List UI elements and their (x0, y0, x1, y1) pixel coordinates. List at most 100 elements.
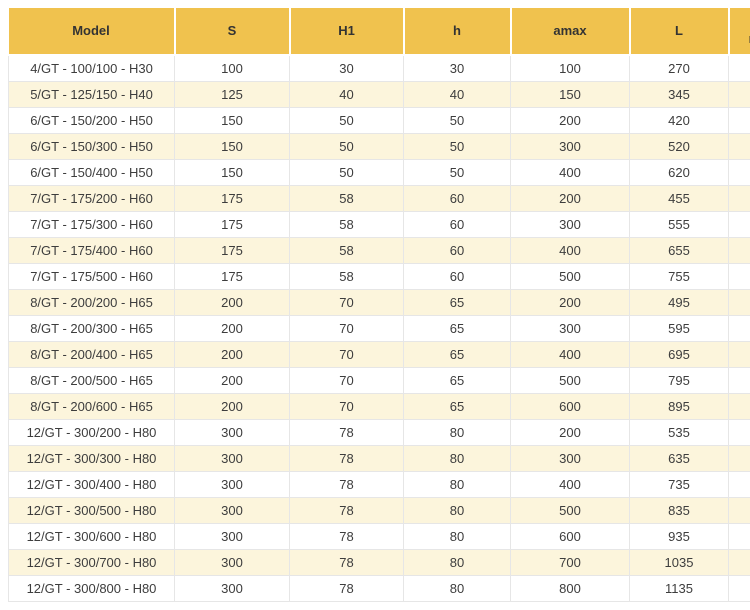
table-cell-model: 6/GT - 150/200 - H50 (9, 108, 175, 134)
table-cell-s: 175 (175, 212, 290, 238)
table-cell-max-sila-mocowania: 5000 Kg (729, 108, 750, 134)
table-cell-h: 40 (404, 82, 511, 108)
table-cell-max-sila-mocowania: 12000 Kg (729, 498, 750, 524)
table-cell-s: 300 (175, 498, 290, 524)
table-row: 12/GT - 300/700 - H803007880700103512000… (9, 550, 750, 576)
table-cell-model: 8/GT - 200/200 - H65 (9, 290, 175, 316)
table-cell-h: 60 (404, 186, 511, 212)
table-cell-model: 7/GT - 175/200 - H60 (9, 186, 175, 212)
table-cell-h1: 30 (290, 55, 404, 82)
table-row: 12/GT - 300/200 - H80300788020053512000 … (9, 420, 750, 446)
table-cell-h: 60 (404, 264, 511, 290)
table-cell-s: 150 (175, 108, 290, 134)
table-cell-h1: 78 (290, 498, 404, 524)
table-cell-l: 620 (630, 160, 729, 186)
table-cell-amax: 400 (511, 160, 630, 186)
table-cell-model: 8/GT - 200/500 - H65 (9, 368, 175, 394)
table-cell-l: 520 (630, 134, 729, 160)
table-body: 4/GT - 100/100 - H3010030301002703000 Kg… (9, 55, 750, 602)
table-cell-l: 535 (630, 420, 729, 446)
table-cell-h1: 78 (290, 524, 404, 550)
table-cell-amax: 150 (511, 82, 630, 108)
table-cell-model: 8/GT - 200/300 - H65 (9, 316, 175, 342)
table-cell-h: 60 (404, 212, 511, 238)
table-cell-s: 300 (175, 472, 290, 498)
header-cell-amax: amax (511, 8, 630, 55)
table-cell-h1: 70 (290, 290, 404, 316)
table-cell-s: 200 (175, 342, 290, 368)
table-cell-s: 150 (175, 134, 290, 160)
table-cell-model: 12/GT - 300/500 - H80 (9, 498, 175, 524)
table-cell-h1: 70 (290, 342, 404, 368)
table-cell-max-sila-mocowania: 6000 Kg (729, 186, 750, 212)
table-cell-s: 300 (175, 446, 290, 472)
table-cell-s: 125 (175, 82, 290, 108)
table-header-row: ModelSH1hamaxLmax. siła mocowania (9, 8, 750, 55)
spec-table: ModelSH1hamaxLmax. siła mocowania 4/GT -… (8, 8, 750, 602)
table-cell-amax: 500 (511, 368, 630, 394)
table-row: 8/GT - 200/400 - H65200706540069510000 K… (9, 342, 750, 368)
table-row: 6/GT - 150/400 - H5015050504006205500 Kg (9, 160, 750, 186)
table-cell-amax: 400 (511, 472, 630, 498)
table-cell-amax: 300 (511, 212, 630, 238)
table-row: 7/GT - 175/200 - H6017558602004556000 Kg (9, 186, 750, 212)
table-cell-max-sila-mocowania: 6000 Kg (729, 238, 750, 264)
table-cell-max-sila-mocowania: 12000 Kg (729, 524, 750, 550)
table-cell-h: 50 (404, 134, 511, 160)
table-cell-h1: 70 (290, 394, 404, 420)
table-cell-amax: 200 (511, 108, 630, 134)
table-cell-h: 30 (404, 55, 511, 82)
table-cell-l: 345 (630, 82, 729, 108)
table-cell-h1: 78 (290, 550, 404, 576)
table-cell-l: 835 (630, 498, 729, 524)
table-cell-l: 1035 (630, 550, 729, 576)
table-row: 8/GT - 200/200 - H65200706520049510000 K… (9, 290, 750, 316)
table-row: 6/GT - 150/300 - H5015050503005205000 Kg (9, 134, 750, 160)
table-cell-amax: 700 (511, 550, 630, 576)
table-cell-amax: 300 (511, 316, 630, 342)
table-row: 7/GT - 175/500 - H6017558605007556000 Kg (9, 264, 750, 290)
table-cell-h1: 50 (290, 160, 404, 186)
table-cell-s: 200 (175, 394, 290, 420)
table-cell-h: 80 (404, 576, 511, 602)
table-cell-model: 12/GT - 300/200 - H80 (9, 420, 175, 446)
table-cell-amax: 500 (511, 264, 630, 290)
table-cell-h: 50 (404, 108, 511, 134)
table-cell-s: 200 (175, 316, 290, 342)
table-row: 12/GT - 300/300 - H80300788030063512000 … (9, 446, 750, 472)
table-cell-l: 1135 (630, 576, 729, 602)
table-row: 7/GT - 175/400 - H6017558604006556000 Kg (9, 238, 750, 264)
table-cell-amax: 600 (511, 524, 630, 550)
table-row: 8/GT - 200/500 - H65200706550079510000 K… (9, 368, 750, 394)
table-cell-model: 5/GT - 125/150 - H40 (9, 82, 175, 108)
table-cell-l: 755 (630, 264, 729, 290)
table-cell-h1: 78 (290, 420, 404, 446)
table-cell-h1: 78 (290, 472, 404, 498)
header-cell-max-sila-mocowania: max. siła mocowania (729, 8, 750, 55)
table-cell-h: 60 (404, 238, 511, 264)
table-cell-max-sila-mocowania: 5500 Kg (729, 160, 750, 186)
header-cell-l: L (630, 8, 729, 55)
table-cell-model: 7/GT - 175/500 - H60 (9, 264, 175, 290)
table-cell-h1: 58 (290, 264, 404, 290)
table-cell-s: 100 (175, 55, 290, 82)
table-cell-model: 6/GT - 150/400 - H50 (9, 160, 175, 186)
table-cell-max-sila-mocowania: 6000 Kg (729, 212, 750, 238)
table-cell-s: 175 (175, 186, 290, 212)
table-cell-max-sila-mocowania: 3000 Kg (729, 82, 750, 108)
table-cell-amax: 200 (511, 420, 630, 446)
table-cell-h: 50 (404, 160, 511, 186)
table-cell-amax: 600 (511, 394, 630, 420)
header-cell-h1: H1 (290, 8, 404, 55)
table-row: 12/GT - 300/800 - H803007880800113512000… (9, 576, 750, 602)
table-cell-l: 795 (630, 368, 729, 394)
table-row: 8/GT - 200/600 - H65200706560089510000 K… (9, 394, 750, 420)
table-cell-h: 80 (404, 472, 511, 498)
table-cell-h: 65 (404, 394, 511, 420)
table-cell-model: 12/GT - 300/700 - H80 (9, 550, 175, 576)
table-cell-h1: 58 (290, 186, 404, 212)
table-cell-h: 65 (404, 368, 511, 394)
table-cell-max-sila-mocowania: 10000 Kg (729, 394, 750, 420)
table-cell-amax: 300 (511, 446, 630, 472)
table-cell-h1: 78 (290, 576, 404, 602)
